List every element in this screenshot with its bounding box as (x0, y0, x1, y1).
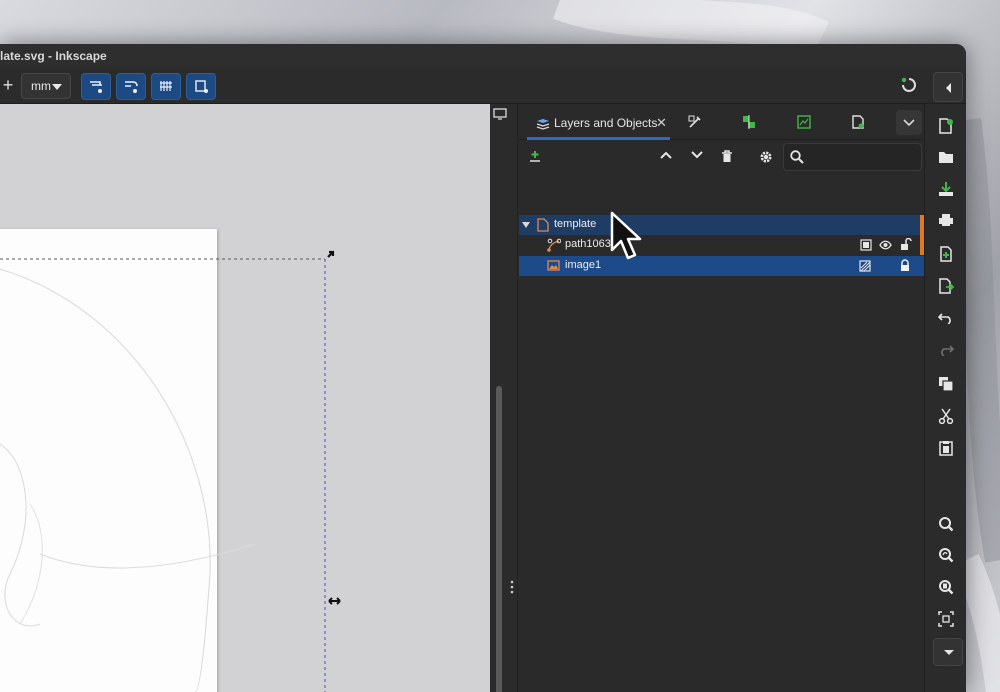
zoom-center-icon[interactable] (938, 611, 954, 627)
snap-path-button[interactable] (116, 73, 146, 100)
snap-bbox-button[interactable] (81, 73, 111, 100)
close-icon[interactable]: ✕ (656, 115, 667, 131)
unit-value: mm (31, 79, 51, 93)
more-commands-button[interactable] (933, 638, 963, 666)
tree-row-path1063[interactable]: path1063 (519, 235, 924, 255)
display-mode-icon[interactable] (493, 108, 507, 120)
layer-page-icon (537, 218, 549, 232)
title-bar: late.svg - Inkscape (0, 44, 966, 68)
panel-resize-handle[interactable] (510, 580, 514, 594)
canvas-drawing (0, 250, 341, 692)
image-icon (547, 260, 560, 271)
fill-stroke-icon[interactable] (688, 115, 702, 129)
expand-arrow-icon[interactable] (522, 221, 530, 229)
move-up-icon[interactable] (660, 150, 672, 160)
unit-dropdown[interactable]: mm (21, 73, 71, 99)
paste-icon[interactable] (938, 440, 954, 456)
tree-row-label: image1 (565, 259, 602, 271)
tree-row-image1[interactable]: image1 (519, 256, 924, 276)
tab-label: Layers and Objects (554, 116, 658, 130)
tab-layers-and-objects[interactable]: Layers and Objects ✕ (527, 110, 670, 140)
lock-icon[interactable] (900, 259, 910, 272)
save-icon[interactable] (938, 181, 954, 197)
document-properties-icon[interactable] (851, 115, 865, 129)
move-down-icon[interactable] (691, 150, 703, 160)
snap-page-icon (195, 80, 208, 93)
snap-grid-icon (160, 81, 172, 91)
open-folder-icon[interactable] (938, 150, 954, 164)
scale-handle-side[interactable] (328, 597, 341, 605)
tree-row-label: path1063 (565, 238, 611, 250)
snap-bbox-icon (90, 81, 102, 93)
chevron-down-icon (944, 650, 954, 655)
drawing-canvas[interactable] (0, 104, 490, 692)
undo-icon[interactable] (938, 312, 954, 324)
scale-handle-corner[interactable] (327, 250, 335, 258)
export-icon[interactable] (938, 278, 954, 294)
eye-icon[interactable] (879, 239, 892, 251)
layers-icon (536, 119, 550, 130)
tree-row-template[interactable]: template (519, 215, 924, 235)
objects-toolbar (519, 140, 924, 174)
scroll-thumb[interactable] (496, 386, 502, 692)
print-icon[interactable] (938, 213, 954, 227)
chevron-left-icon (946, 83, 951, 93)
snap-path-icon (125, 81, 138, 93)
snap-toggle-icon[interactable] (900, 76, 918, 94)
tree-row-label: template (554, 218, 597, 230)
zoom-drawing-icon[interactable] (938, 547, 954, 563)
blend-mode-icon[interactable] (860, 239, 872, 251)
collapse-commands-button[interactable] (933, 72, 963, 102)
layers-objects-panel: Layers and Objects ✕ template path1063 i… (519, 104, 924, 692)
mouse-pointer-icon (610, 211, 642, 260)
snap-toolbar: + mm (0, 68, 966, 104)
export-image-icon[interactable] (797, 115, 811, 129)
sketch-stroke (0, 443, 41, 627)
sketch-stroke (39, 543, 256, 569)
add-layer-icon[interactable] (529, 150, 541, 162)
align-icon[interactable] (742, 115, 756, 129)
copy-icon[interactable] (938, 376, 954, 392)
sketch-stroke (19, 503, 43, 625)
snap-grid-button[interactable] (151, 73, 181, 100)
path-node-icon (547, 238, 561, 252)
chevron-down-icon (52, 84, 62, 90)
inkscape-window: late.svg - Inkscape + mm Layers and Obje… (0, 44, 966, 692)
commands-bar (924, 104, 966, 692)
window-title: late.svg - Inkscape (0, 49, 107, 63)
template-circle-arc (0, 268, 211, 692)
cut-icon[interactable] (938, 408, 954, 424)
search-input[interactable] (783, 143, 922, 171)
blend-mode-icon[interactable] (859, 260, 871, 272)
gear-icon[interactable] (759, 150, 773, 164)
zoom-selection-icon[interactable] (938, 516, 954, 532)
dialog-tabbar: Layers and Objects ✕ (519, 104, 924, 140)
new-document-icon[interactable] (938, 118, 954, 134)
import-icon[interactable] (938, 246, 954, 262)
search-icon (790, 150, 804, 164)
redo-icon[interactable] (938, 344, 954, 356)
unlock-icon[interactable] (900, 238, 912, 251)
chevron-down-icon (903, 119, 915, 127)
snap-page-button[interactable] (186, 73, 216, 100)
plus-icon[interactable]: + (0, 76, 16, 94)
more-tabs-button[interactable] (896, 110, 922, 135)
delete-icon[interactable] (721, 150, 733, 163)
canvas-vertical-scrollbar[interactable] (490, 104, 518, 692)
zoom-page-icon[interactable] (938, 579, 954, 595)
